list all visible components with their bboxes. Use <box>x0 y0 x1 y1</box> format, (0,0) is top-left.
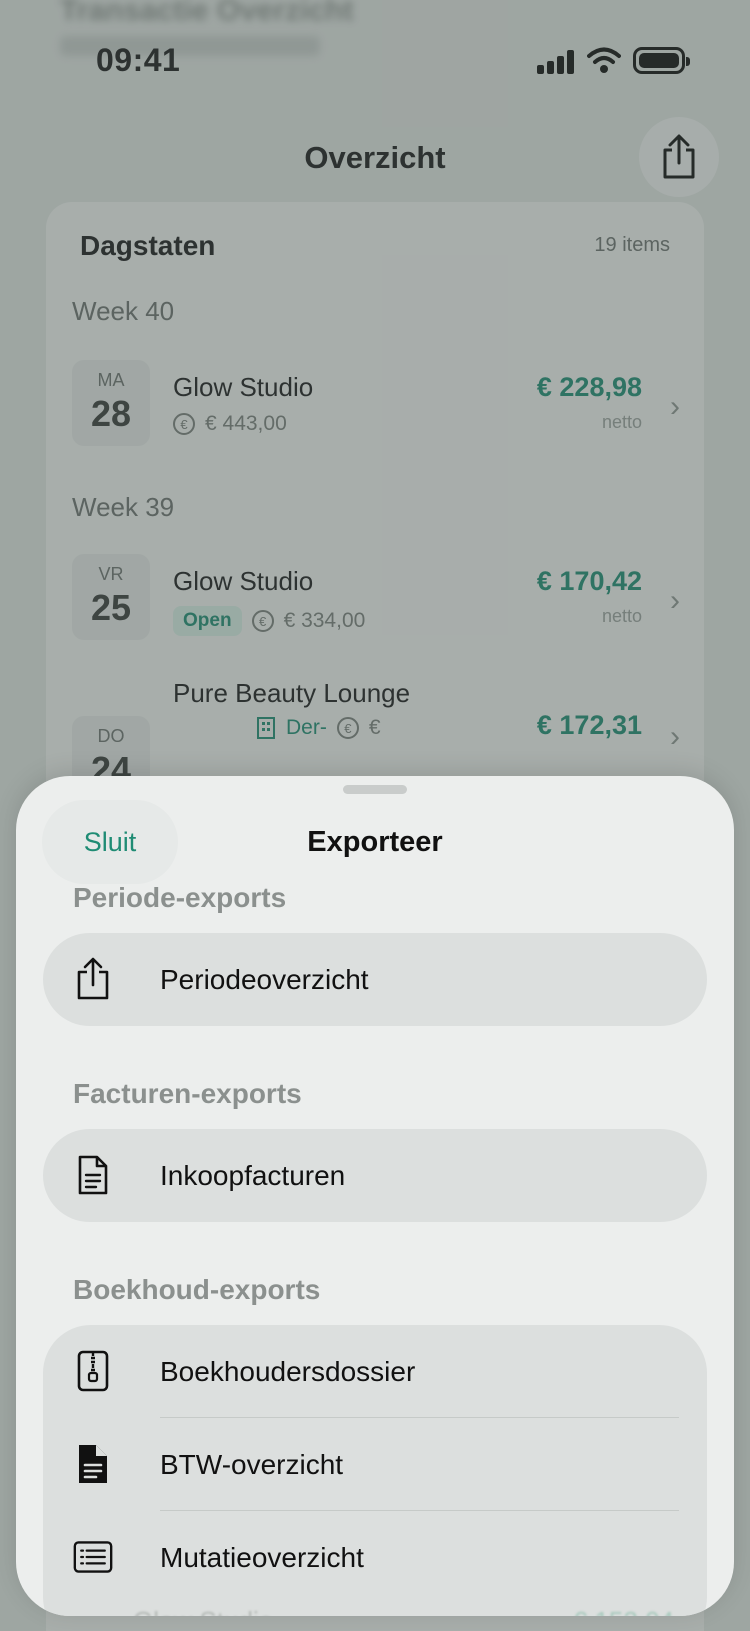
peek-row-name: Glow Studio <box>133 1606 273 1616</box>
section-title-facturen: Facturen-exports <box>73 1078 302 1109</box>
periodeoverzicht-item[interactable]: Periodeoverzicht <box>43 933 707 1026</box>
sheet-grabber[interactable] <box>343 785 407 794</box>
list-icon <box>73 1534 113 1580</box>
facturen-group: Inkoopfacturen <box>43 1129 707 1222</box>
item-label: Inkoopfacturen <box>160 1159 346 1191</box>
filled-document-icon <box>73 1441 113 1487</box>
sheet-title: Exporteer <box>307 826 443 858</box>
item-label: Mutatieoverzicht <box>160 1541 364 1573</box>
document-icon <box>73 1152 113 1198</box>
export-sheet: Sluit Exporteer Periode-exports Periodeo… <box>16 776 734 1616</box>
boekhoudersdossier-item[interactable]: Boekhoudersdossier <box>43 1325 707 1418</box>
btw-overzicht-item[interactable]: BTW-overzicht <box>43 1418 707 1511</box>
inkoopfacturen-item[interactable]: Inkoopfacturen <box>43 1129 707 1222</box>
zip-archive-icon <box>73 1348 113 1394</box>
item-label: Periodeoverzicht <box>160 963 369 995</box>
section-title-periode: Periode-exports <box>73 882 287 913</box>
periode-group: Periodeoverzicht <box>43 933 707 1026</box>
peek-row-amount: € 152,04 <box>573 1606 674 1616</box>
mutatieoverzicht-item[interactable]: Mutatieoverzicht <box>43 1511 707 1604</box>
section-title-boekhoud: Boekhoud-exports <box>73 1274 321 1305</box>
item-label: BTW-overzicht <box>160 1448 344 1480</box>
item-label: Boekhoudersdossier <box>160 1355 416 1387</box>
share-icon <box>73 956 113 1002</box>
boekhoud-group: Boekhoudersdossier BTW-overzicht Mutatie… <box>43 1325 707 1616</box>
